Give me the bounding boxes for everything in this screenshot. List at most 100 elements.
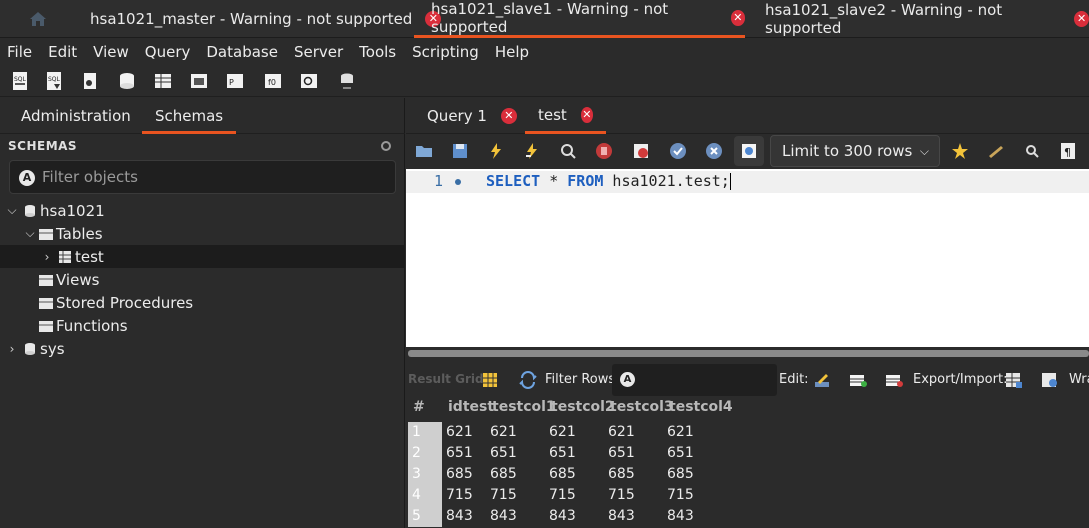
tree-node-views[interactable]: Views [0, 268, 404, 291]
table-row[interactable]: 4 715 715 715 715 715 [406, 485, 1089, 506]
explain-icon[interactable] [558, 141, 578, 161]
result-grid-label[interactable]: Result Grid [408, 372, 484, 386]
execute-icon[interactable] [486, 141, 506, 161]
filter-objects-input[interactable] [42, 164, 382, 190]
table-cell[interactable]: 685 [608, 464, 635, 485]
snippet-icon[interactable] [986, 141, 1006, 161]
table-cell[interactable]: 621 [608, 422, 635, 443]
table-cell[interactable]: 651 [549, 443, 576, 464]
table-cell[interactable]: 685 [490, 464, 517, 485]
table-cell[interactable]: 715 [549, 485, 576, 506]
edit-row-icon[interactable] [812, 370, 832, 390]
open-file-icon[interactable] [414, 141, 434, 161]
column-header-testcol3[interactable]: testcol3 [610, 399, 674, 415]
filter-rows-input[interactable]: A [612, 364, 777, 396]
table-cell[interactable]: 715 [667, 485, 694, 506]
toggle-error-icon[interactable] [631, 141, 651, 161]
close-icon[interactable]: ✕ [580, 106, 593, 123]
table-cell[interactable]: 651 [446, 443, 473, 464]
close-icon[interactable]: ✕ [730, 9, 745, 26]
new-sql-tab-icon[interactable]: SQL [10, 70, 32, 92]
column-header-testcol2[interactable]: testcol2 [551, 399, 615, 415]
table-cell[interactable]: 685 [446, 464, 473, 485]
beautify-icon[interactable] [950, 141, 970, 161]
menu-scripting[interactable]: Scripting [412, 43, 479, 61]
delete-row-icon[interactable] [884, 370, 904, 390]
menu-query[interactable]: Query [145, 43, 191, 61]
stop-icon[interactable] [594, 141, 614, 161]
sql-editor[interactable]: 1 SELECT * FROM hsa1021.test; [406, 169, 1089, 347]
table-cell[interactable]: 621 [549, 422, 576, 443]
tab-schemas[interactable]: Schemas [142, 98, 237, 134]
table-cell[interactable]: 715 [490, 485, 517, 506]
table-cell[interactable]: 651 [490, 443, 517, 464]
table-cell[interactable]: 715 [446, 485, 473, 506]
connection-tab-master[interactable]: hsa1021_master - Warning - not supported… [90, 0, 442, 38]
tab-administration[interactable]: Administration [21, 98, 131, 134]
export-icon[interactable] [1004, 370, 1024, 390]
table-cell[interactable]: 843 [446, 506, 473, 527]
table-cell[interactable]: 715 [608, 485, 635, 506]
tree-node-tables[interactable]: ⌵ Tables [0, 222, 404, 245]
tree-node-procedures[interactable]: Stored Procedures [0, 291, 404, 314]
table-cell[interactable]: 843 [549, 506, 576, 527]
table-cell[interactable]: 843 [667, 506, 694, 527]
table-cell[interactable]: 685 [549, 464, 576, 485]
rollback-icon[interactable] [704, 141, 724, 161]
column-header-testcol1[interactable]: testcol1 [492, 399, 556, 415]
execute-current-icon[interactable] [522, 141, 542, 161]
editor-results-splitter[interactable] [408, 350, 1089, 357]
tree-node-functions[interactable]: Functions [0, 314, 404, 337]
table-cell[interactable]: 621 [667, 422, 694, 443]
home-icon[interactable] [28, 10, 48, 28]
table-cell[interactable]: 621 [446, 422, 473, 443]
table-row[interactable]: 2 651 651 651 651 651 [406, 443, 1089, 464]
menu-tools[interactable]: Tools [359, 43, 396, 61]
create-function-icon[interactable]: f0 [262, 70, 284, 92]
create-view-icon[interactable] [188, 70, 210, 92]
create-table-icon[interactable] [152, 70, 174, 92]
table-cell[interactable]: 651 [667, 443, 694, 464]
menu-edit[interactable]: Edit [48, 43, 77, 61]
table-row[interactable]: 5 843 843 843 843 843 [406, 506, 1089, 527]
open-sql-script-icon[interactable]: SQL [44, 70, 66, 92]
menu-help[interactable]: Help [495, 43, 529, 61]
table-cell[interactable]: 651 [608, 443, 635, 464]
invisible-chars-icon[interactable]: ¶ [1058, 141, 1078, 161]
commit-icon[interactable] [668, 141, 688, 161]
connection-tab-slave1[interactable]: hsa1021_slave1 - Warning - not supported… [414, 0, 745, 38]
column-header-testcol4[interactable]: testcol4 [669, 399, 733, 415]
table-cell[interactable]: 843 [608, 506, 635, 527]
inspector-icon[interactable] [80, 70, 102, 92]
table-cell[interactable]: 621 [490, 422, 517, 443]
menu-file[interactable]: File [7, 43, 32, 61]
column-header-idtest[interactable]: idtest [448, 399, 494, 415]
tree-node-test[interactable]: › test [0, 245, 404, 268]
menu-database[interactable]: Database [206, 43, 278, 61]
connection-tab-slave2[interactable]: hsa1021_slave2 - Warning - not supported… [765, 0, 1089, 38]
grid-icon[interactable] [480, 370, 500, 390]
sql-code[interactable]: SELECT * FROM hsa1021.test; [486, 172, 731, 190]
create-procedure-icon[interactable]: P [224, 70, 246, 92]
close-icon[interactable]: ✕ [500, 108, 517, 124]
tree-node-hsa1021[interactable]: ⌵ hsa1021 [0, 199, 404, 222]
reconnect-icon[interactable] [336, 70, 358, 92]
table-row[interactable]: 1 621 621 621 621 621 [406, 422, 1089, 443]
add-row-icon[interactable] [848, 370, 868, 390]
import-icon[interactable] [1040, 370, 1060, 390]
table-cell[interactable]: 685 [667, 464, 694, 485]
limit-rows-select[interactable]: Limit to 300 rows ⌵ [770, 135, 940, 167]
table-row[interactable]: 3 685 685 685 685 685 [406, 464, 1089, 485]
chevron-right-icon[interactable]: › [41, 250, 53, 264]
refresh-icon[interactable] [379, 139, 393, 153]
table-cell[interactable]: 843 [490, 506, 517, 527]
menu-server[interactable]: Server [294, 43, 343, 61]
create-schema-icon[interactable] [116, 70, 138, 92]
close-icon[interactable]: ✕ [1074, 11, 1089, 27]
menu-view[interactable]: View [93, 43, 129, 61]
auto-commit-icon[interactable] [734, 136, 764, 166]
chevron-down-icon[interactable]: ⌵ [24, 226, 36, 241]
search-table-data-icon[interactable] [298, 70, 320, 92]
chevron-right-icon[interactable]: › [6, 342, 18, 356]
chevron-down-icon[interactable]: ⌵ [6, 203, 18, 218]
